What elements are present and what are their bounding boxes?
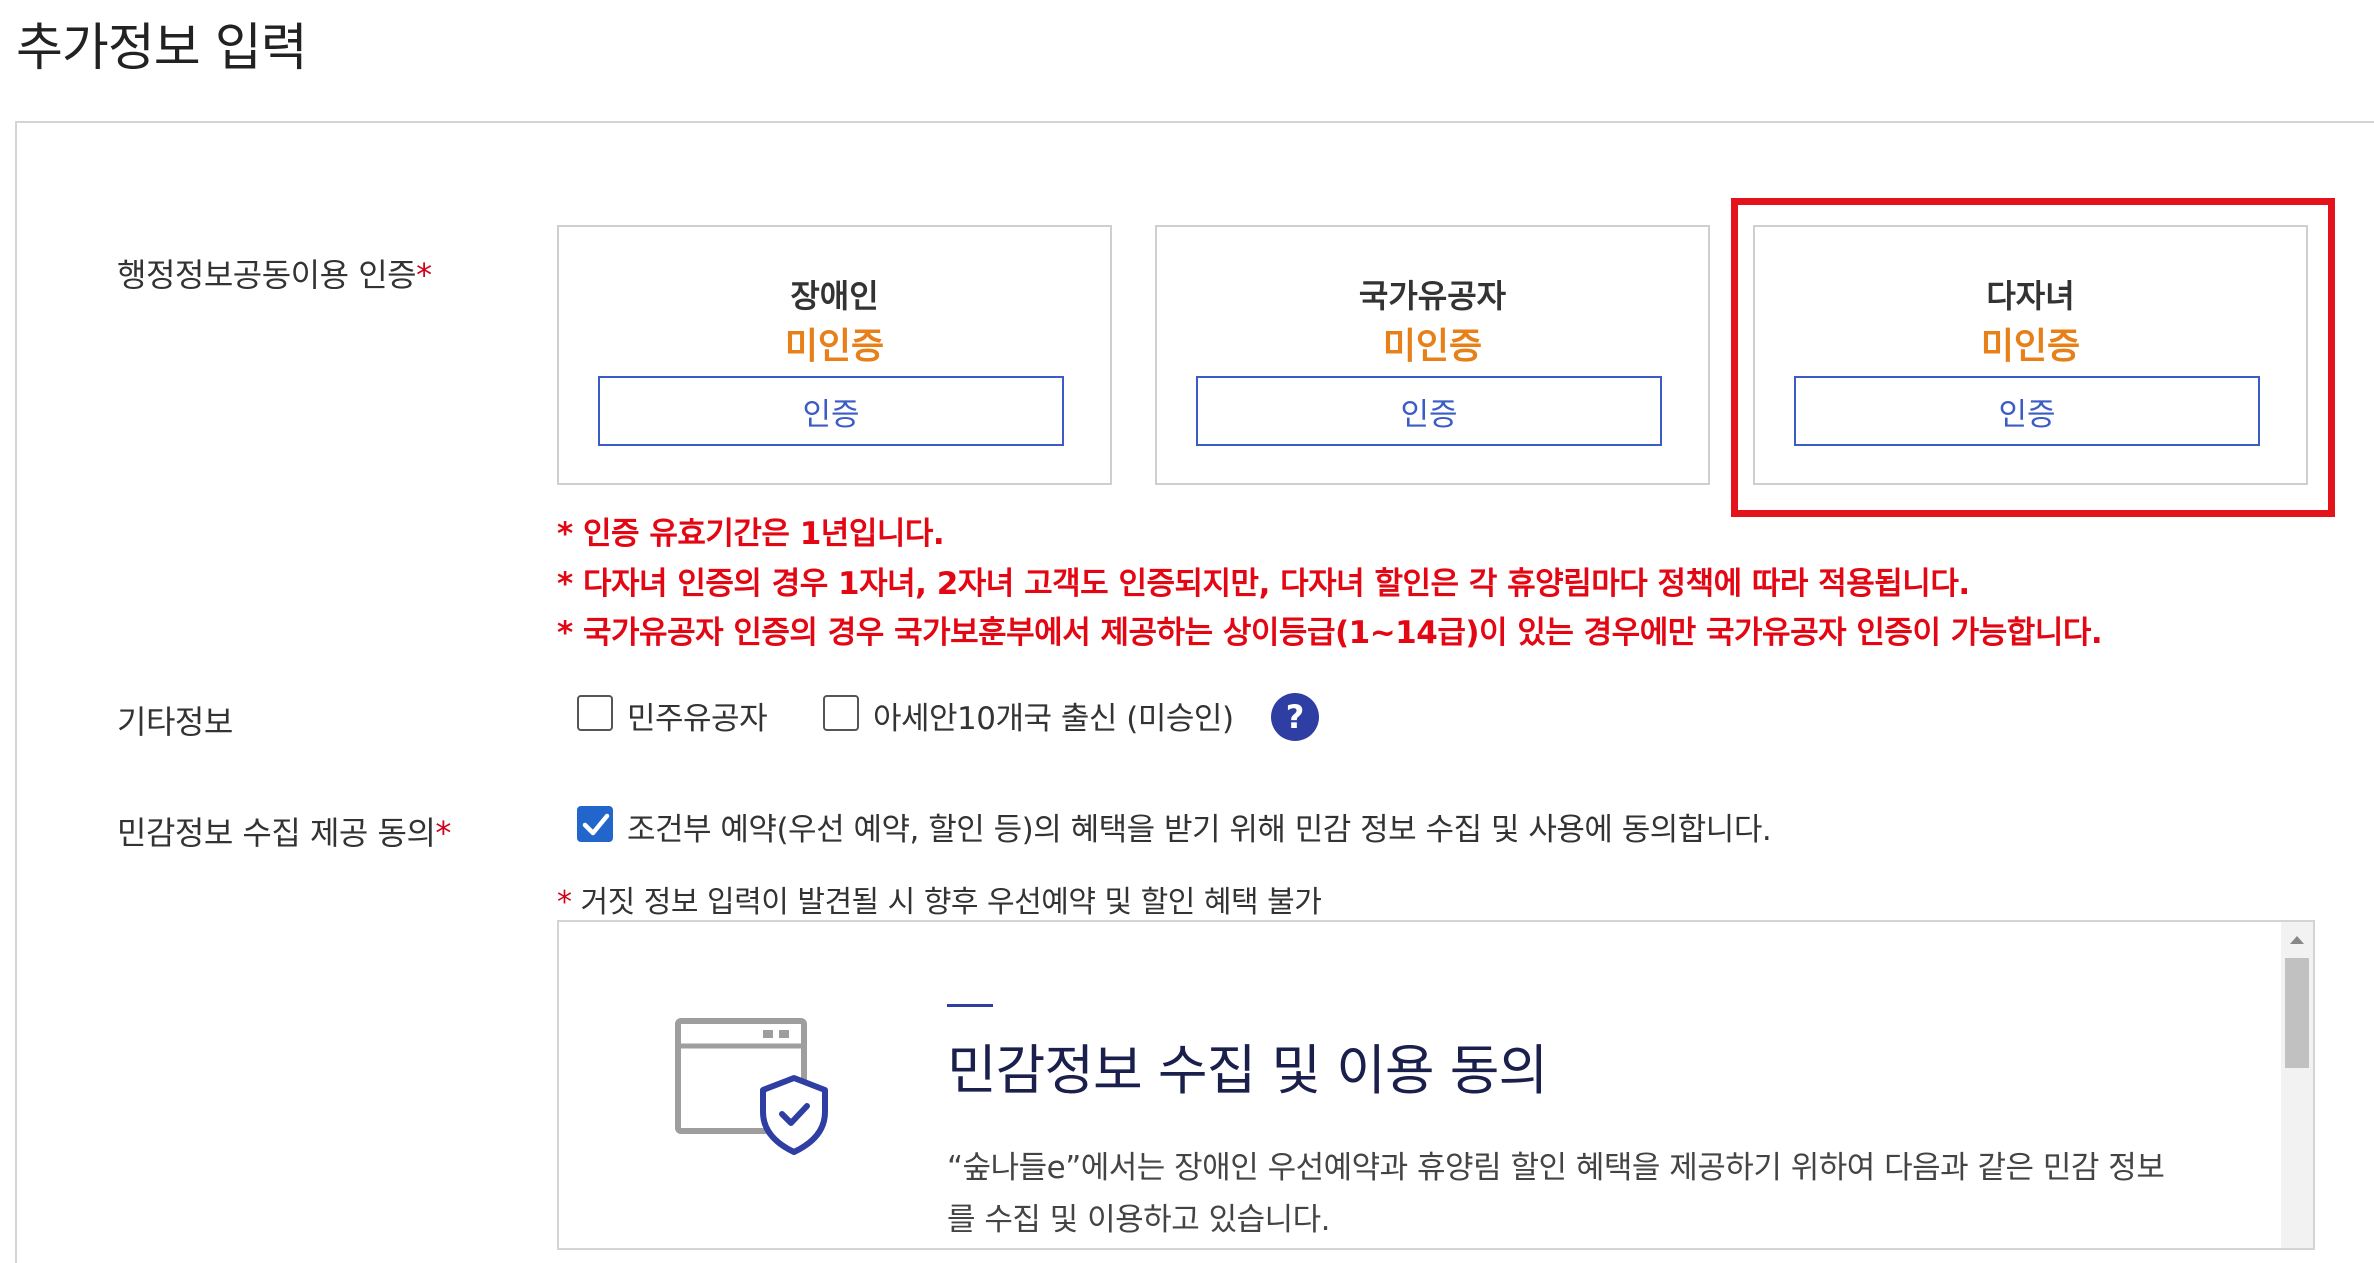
check-icon [582, 813, 610, 836]
card-title: 국가유공자 [1358, 277, 1507, 315]
warning-mark: * [557, 885, 572, 920]
sensitive-consent-label[interactable]: 조건부 예약(우선 예약, 할인 등)의 혜택을 받기 위해 민감 정보 수집 … [627, 804, 1772, 849]
help-icon[interactable]: ? [1271, 693, 1319, 741]
veteran-auth-button[interactable]: 인증 [1196, 376, 1662, 446]
required-mark: * [435, 814, 451, 852]
democracy-merit-checkbox[interactable] [577, 695, 613, 731]
scroll-up-icon[interactable] [2290, 936, 2304, 944]
admin-info-label-text: 행정정보공동이용 인증 [117, 256, 417, 294]
consent-box-title: 민감정보 수집 및 이용 동의 [947, 1039, 1548, 1102]
veteran-auth-card: 국가유공자 미인증 인증 [1155, 225, 1710, 485]
vertical-scrollbar[interactable] [2281, 922, 2313, 1248]
scroll-thumb[interactable] [2285, 958, 2309, 1068]
auth-note-veteran: * 국가유공자 인증의 경우 국가보훈부에서 제공하는 상이등급(1~14급)이… [557, 615, 2103, 651]
admin-info-label: 행정정보공동이용 인증* [117, 250, 432, 296]
warning-text: 거짓 정보 입력이 발견될 시 향후 우선예약 및 할인 혜택 불가 [571, 885, 1322, 920]
asean-origin-checkbox[interactable] [823, 695, 859, 731]
auth-note-validity: * 인증 유효기간은 1년입니다. [557, 516, 945, 552]
required-mark: * [416, 256, 432, 294]
card-title: 장애인 [790, 277, 879, 315]
card-status: 미인증 [1382, 326, 1483, 367]
disabled-auth-card: 장애인 미인증 인증 [557, 225, 1112, 485]
false-info-warning: * 거짓 정보 입력이 발견될 시 향후 우선예약 및 할인 혜택 불가 [557, 877, 1322, 921]
page-title: 추가정보 입력 [16, 19, 308, 78]
sensitive-info-label: 민감정보 수집 제공 동의* [117, 808, 451, 854]
sensitive-info-label-text: 민감정보 수집 제공 동의 [117, 814, 436, 852]
card-title: 다자녀 [1986, 277, 2075, 315]
other-info-label: 기타정보 [117, 703, 233, 741]
privacy-shield-icon [675, 1018, 828, 1155]
consent-terms-box[interactable]: 민감정보 수집 및 이용 동의 “숲나들e”에서는 장애인 우선예약과 휴양림 … [557, 920, 2315, 1250]
consent-box-body: “숲나들e”에서는 장애인 우선예약과 휴양림 할인 혜택을 제공하기 위하여 … [947, 1150, 2165, 1238]
democracy-merit-label[interactable]: 민주유공자 [627, 693, 768, 738]
card-status: 미인증 [1980, 326, 2081, 367]
multi-child-auth-card: 다자녀 미인증 인증 [1753, 225, 2308, 485]
asean-origin-label[interactable]: 아세안10개국 출신 (미승인) [873, 693, 1234, 738]
card-status: 미인증 [784, 326, 885, 367]
sensitive-consent-checkbox[interactable] [577, 806, 613, 842]
multi-child-auth-button[interactable]: 인증 [1794, 376, 2260, 446]
title-accent-bar [947, 1004, 993, 1007]
disabled-auth-button[interactable]: 인증 [598, 376, 1064, 446]
auth-note-multi-child: * 다자녀 인증의 경우 1자녀, 2자녀 고객도 인증되지만, 다자녀 할인은… [557, 566, 1970, 602]
